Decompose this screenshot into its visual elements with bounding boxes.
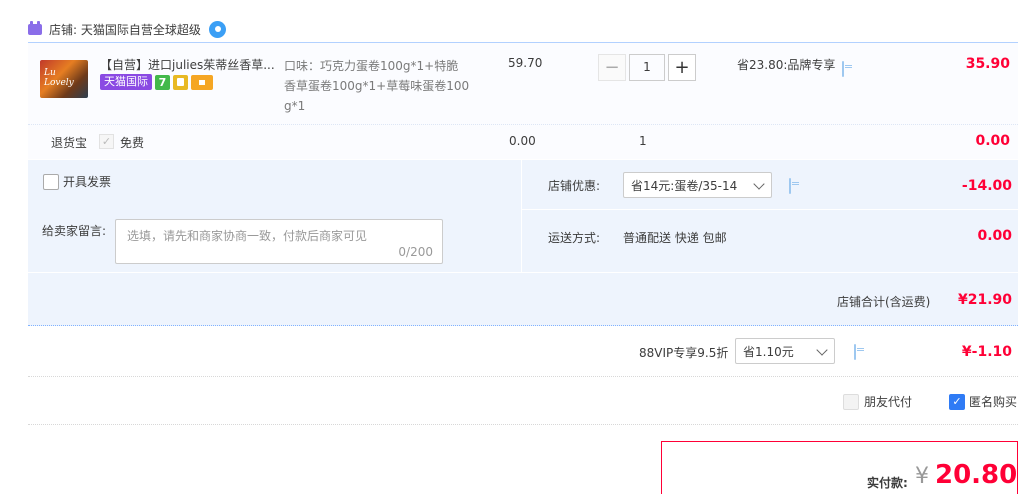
- guarantee-icon: [173, 74, 188, 90]
- wangwang-chat-icon[interactable]: [208, 20, 226, 38]
- product-thumbnail[interactable]: Lu Lovely: [40, 60, 88, 98]
- memo-placeholder: 选填，请先和商家协商一致，付款后商家可见: [127, 229, 368, 243]
- vip-discount-select[interactable]: 省1.10元: [735, 338, 835, 364]
- shop-discount-value: -14.00: [961, 178, 1012, 194]
- payment-summary: 实付款: ¥ 20.80: [661, 441, 1018, 494]
- refund-qty: 1: [639, 134, 647, 148]
- friend-pay-checkbox[interactable]: [843, 393, 859, 410]
- memo-textarea[interactable]: 选填，请先和商家协商一致，付款后商家可见 0/200: [115, 219, 443, 264]
- friend-pay-label: 朋友代付: [864, 395, 913, 409]
- invoice-option[interactable]: 开具发票: [43, 173, 111, 190]
- refund-price: 0.00: [509, 134, 536, 148]
- shipping-method: 普通配送 快递 包邮: [623, 231, 727, 245]
- product-title-link[interactable]: 【自营】进口julies茱蒂丝香草...: [100, 56, 278, 73]
- shipping-label: 运送方式:: [548, 231, 601, 245]
- item-discount: 省23.80:品牌专享: [737, 58, 836, 72]
- memo-char-count: 0/200: [398, 245, 433, 259]
- quantity-plus-button[interactable]: +: [668, 54, 696, 81]
- shop-discount-label: 店铺优惠:: [548, 179, 601, 193]
- vip-discount-value: ¥-1.10: [961, 344, 1012, 360]
- refund-checkbox[interactable]: ✓: [99, 134, 114, 149]
- chevron-down-icon: [753, 178, 765, 190]
- anonymous-label: 匿名购买: [969, 395, 1018, 409]
- panel-divider: [28, 272, 1018, 273]
- shop-subtotal-label: 店铺合计(含运费): [837, 295, 931, 309]
- invoice-checkbox[interactable]: [43, 173, 59, 190]
- quantity-stepper: − 1 +: [598, 54, 696, 81]
- payment-label: 实付款:: [867, 476, 908, 490]
- product-tags: 天猫国际 7: [100, 74, 213, 90]
- unit-price: 59.70: [508, 56, 543, 70]
- currency-symbol: ¥: [915, 464, 929, 489]
- panel-divider: [522, 209, 1018, 210]
- shop-discount-info-icon[interactable]: [789, 178, 791, 194]
- panel-divider: [521, 160, 522, 272]
- shop-header: 店铺: 天猫国际自营全球超级: [28, 18, 226, 40]
- vip-discount-label: 88VIP专享9.5折: [639, 346, 729, 360]
- row-divider: [28, 424, 1018, 425]
- credit-card-icon: [191, 74, 213, 90]
- product-sku: 口味：巧克力蛋卷100g*1+特脆香草蛋卷100g*1+草莓味蛋卷100g*1: [284, 59, 470, 113]
- tmall-global-badge: 天猫国际: [100, 74, 152, 90]
- seven-day-return-icon: 7: [155, 74, 170, 90]
- invoice-label: 开具发票: [63, 175, 112, 189]
- shop-subtotal-value: ¥21.90: [957, 292, 1012, 308]
- refund-service-label: 退货宝: [51, 136, 88, 150]
- item-total-price: 35.90: [965, 56, 1010, 72]
- vip-info-icon[interactable]: [854, 344, 856, 360]
- memo-label: 给卖家留言:: [42, 224, 107, 238]
- anonymous-purchase-option[interactable]: ✓ 匿名购买: [949, 393, 1017, 410]
- shop-icon: [28, 20, 42, 35]
- shipping-price: 0.00: [977, 228, 1012, 244]
- quantity-input[interactable]: 1: [629, 54, 665, 81]
- anonymous-checkbox[interactable]: ✓: [949, 393, 965, 410]
- shop-discount-select[interactable]: 省14元:蛋卷/35-14: [623, 172, 772, 198]
- refund-total: 0.00: [975, 133, 1010, 149]
- payment-amount: 20.80: [935, 460, 1018, 490]
- discount-info-icon[interactable]: [842, 61, 844, 77]
- friend-pay-option[interactable]: 朋友代付: [843, 393, 912, 410]
- quantity-minus-button[interactable]: −: [598, 54, 626, 81]
- shop-name[interactable]: 店铺: 天猫国际自营全球超级: [49, 21, 201, 38]
- item-divider: [28, 124, 1018, 125]
- chevron-down-icon: [816, 344, 828, 356]
- refund-free-label: 免费: [120, 136, 145, 150]
- row-divider: [28, 376, 1018, 377]
